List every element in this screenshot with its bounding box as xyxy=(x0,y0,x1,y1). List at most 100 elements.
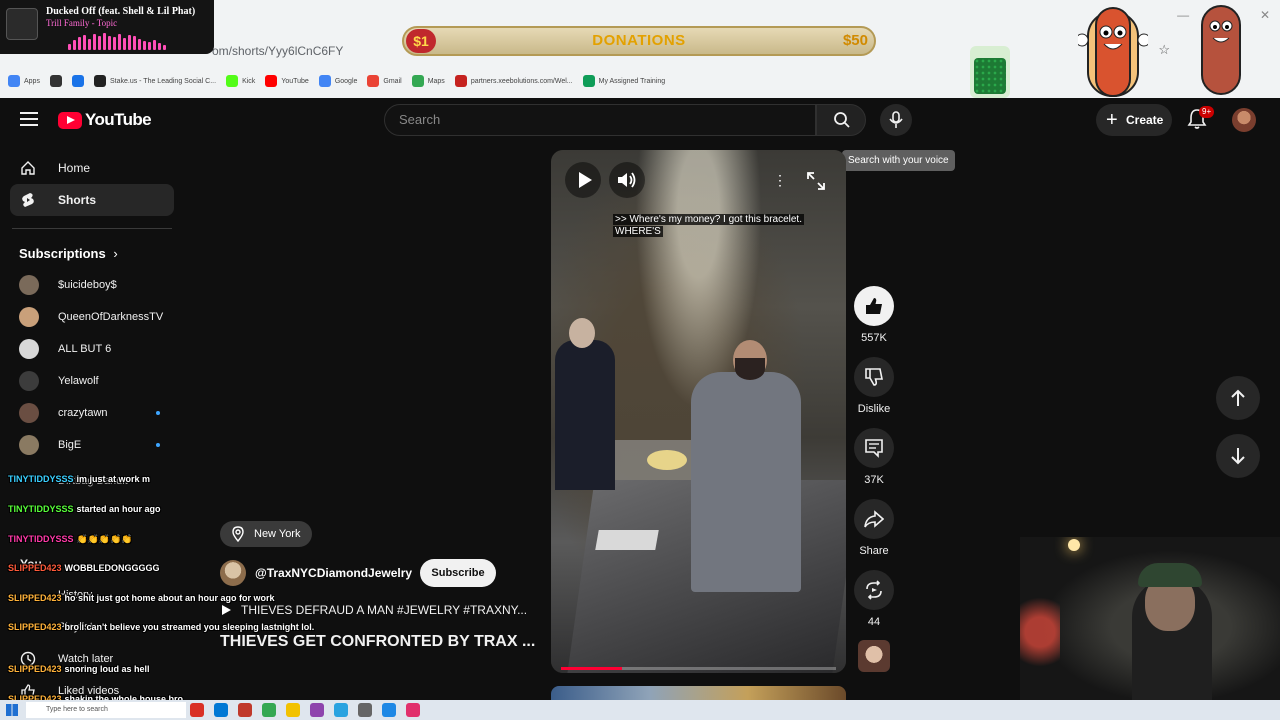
chat-message: TINYTIDDYSSS started an hour ago xyxy=(8,504,338,514)
share-button[interactable]: Share xyxy=(854,499,894,557)
subscription-item[interactable]: $uicideboy$ xyxy=(19,275,179,295)
sidebar-item-shorts[interactable]: Shorts xyxy=(10,184,174,216)
bookmark-item[interactable] xyxy=(71,75,84,87)
bookmark-item[interactable]: YouTube xyxy=(265,75,309,87)
bookmark-label: YouTube xyxy=(281,77,309,85)
taskbar-app-icon[interactable] xyxy=(382,703,396,717)
taskbar-app-icon[interactable] xyxy=(310,703,324,717)
minimize-icon[interactable]: — xyxy=(1177,8,1189,22)
voice-search-button[interactable] xyxy=(880,104,912,136)
comments-button[interactable]: 37K xyxy=(854,428,894,486)
visualizer-bar xyxy=(83,35,86,50)
create-button[interactable]: + Create xyxy=(1096,104,1172,136)
menu-icon[interactable] xyxy=(20,112,38,126)
playlist-title: THIEVES DEFRAUD A MAN #JEWELRY #TRAXNY..… xyxy=(241,603,528,617)
chat-text: started an hour ago xyxy=(76,504,161,514)
remix-icon xyxy=(866,580,882,600)
bookmark-item[interactable]: Gmail xyxy=(367,75,402,87)
subscription-item[interactable]: QueenOfDarknessTV xyxy=(19,307,179,327)
taskbar-search[interactable]: Type here to search xyxy=(26,702,186,718)
hotdog-mascot-graphic xyxy=(1078,7,1148,97)
stream-chat-overlay: TINYTIDDYSSS im just at work m TINYTIDDYSS… xyxy=(4,470,344,710)
visualizer-bar xyxy=(138,39,141,50)
more-options-icon[interactable]: ⋮ xyxy=(773,172,787,188)
windows-start-icon[interactable] xyxy=(6,704,18,716)
play-button[interactable] xyxy=(565,162,601,198)
subscriptions-heading[interactable]: Subscriptions › xyxy=(19,246,118,261)
bookmark-item[interactable]: Kick xyxy=(226,75,255,87)
visualizer-bar xyxy=(93,34,96,50)
remix-button[interactable]: 44 xyxy=(854,570,894,628)
share-label: Share xyxy=(859,545,889,557)
channel-avatar[interactable] xyxy=(220,560,246,586)
donation-goal-bar: DONATIONS $1 $50 xyxy=(402,26,876,56)
subscription-name: crazytawn xyxy=(58,407,108,419)
thumbs-down-icon xyxy=(865,368,883,386)
chat-username: TINYTIDDYSSS xyxy=(8,504,74,514)
taskbar-app-icon[interactable] xyxy=(358,703,372,717)
taskbar-app-icon[interactable] xyxy=(262,703,276,717)
previous-short-button[interactable] xyxy=(1216,376,1260,420)
chat-text: bro i can't believe you streamed you sle… xyxy=(64,622,315,632)
youtube-play-icon xyxy=(58,111,82,129)
dislike-button[interactable]: Dislike xyxy=(854,357,894,415)
subscription-item[interactable]: ALL BUT 6 xyxy=(19,339,179,359)
video-person-left-head xyxy=(569,318,595,348)
shorts-icon xyxy=(22,193,34,207)
location-chip[interactable]: New York xyxy=(220,521,313,547)
bookmark-item[interactable]: Stake.us - The Leading Social C... xyxy=(93,75,217,87)
subscription-item[interactable]: crazytawn xyxy=(19,403,179,423)
subscription-item[interactable]: Yelawolf xyxy=(19,371,179,391)
video-progress-bar[interactable] xyxy=(561,667,836,670)
sidebar-item-label: Shorts xyxy=(58,193,97,207)
bookmark-label: My Assigned Training xyxy=(598,77,666,85)
next-short-preview[interactable] xyxy=(551,686,846,700)
fullscreen-icon[interactable] xyxy=(807,172,825,190)
search-button[interactable] xyxy=(816,104,866,136)
bookmark-label: Gmail xyxy=(383,77,402,85)
taskbar-app-icon[interactable] xyxy=(406,703,420,717)
sound-thumbnail[interactable] xyxy=(858,640,890,672)
channel-avatar xyxy=(19,435,39,455)
bookmark-item[interactable]: Apps xyxy=(8,75,40,87)
shorts-video-player[interactable]: ⋮ >> Where's my money? I got this bracel… xyxy=(551,150,846,673)
volume-button[interactable] xyxy=(609,162,645,198)
youtube-logo[interactable]: YouTube xyxy=(58,110,152,130)
taskbar-app-icon[interactable] xyxy=(238,703,252,717)
playlist-link[interactable]: THIEVES DEFRAUD A MAN #JEWELRY #TRAXNY..… xyxy=(222,603,527,617)
next-short-button[interactable] xyxy=(1216,434,1260,478)
close-icon[interactable]: ✕ xyxy=(1260,8,1270,22)
plus-icon: + xyxy=(1106,109,1118,131)
bookmark-item[interactable]: Google xyxy=(318,75,357,87)
taskbar-apps xyxy=(190,703,420,717)
account-avatar[interactable] xyxy=(1232,108,1256,132)
subscription-name: BigE xyxy=(58,439,82,451)
bookmark-item[interactable]: partners.xeebolutions.com/Wel... xyxy=(454,75,573,87)
visualizer-bar xyxy=(143,41,146,50)
video-person-right xyxy=(691,372,801,592)
like-button[interactable]: 557K xyxy=(854,286,894,344)
chat-username: TINYTIDDYSSS xyxy=(8,534,74,544)
star-icon[interactable]: ☆ xyxy=(1158,42,1170,58)
video-calculator xyxy=(595,530,659,550)
bookmark-item[interactable]: Maps xyxy=(411,75,445,87)
bookmark-item[interactable] xyxy=(49,75,62,87)
mic-icon xyxy=(889,111,903,128)
bookmark-label: Apps xyxy=(24,77,40,85)
sidebar-item-home[interactable]: Home xyxy=(10,152,174,184)
taskbar-app-icon[interactable] xyxy=(286,703,300,717)
webcam-hat xyxy=(1138,563,1202,587)
subscription-item[interactable]: BigE xyxy=(19,435,179,455)
channel-name[interactable]: @TraxNYCDiamondJewelry xyxy=(255,566,412,580)
search-input[interactable]: Search xyxy=(384,104,816,136)
bookmark-item[interactable]: My Assigned Training xyxy=(582,75,666,87)
chat-username: SLIPPED423 xyxy=(8,664,62,674)
taskbar-app-icon[interactable] xyxy=(190,703,204,717)
taskbar-app-icon[interactable] xyxy=(214,703,228,717)
screen: om/shorts/Yyy6lCnC6FY Apps Stake.us - The… xyxy=(0,0,1280,720)
bookmark-label: Stake.us - The Leading Social C... xyxy=(109,77,217,85)
subscribe-button[interactable]: Subscribe xyxy=(420,559,496,587)
sidebar-item-label: Home xyxy=(58,161,91,175)
taskbar-app-icon[interactable] xyxy=(334,703,348,717)
bookmark-favicon-icon xyxy=(71,75,84,87)
